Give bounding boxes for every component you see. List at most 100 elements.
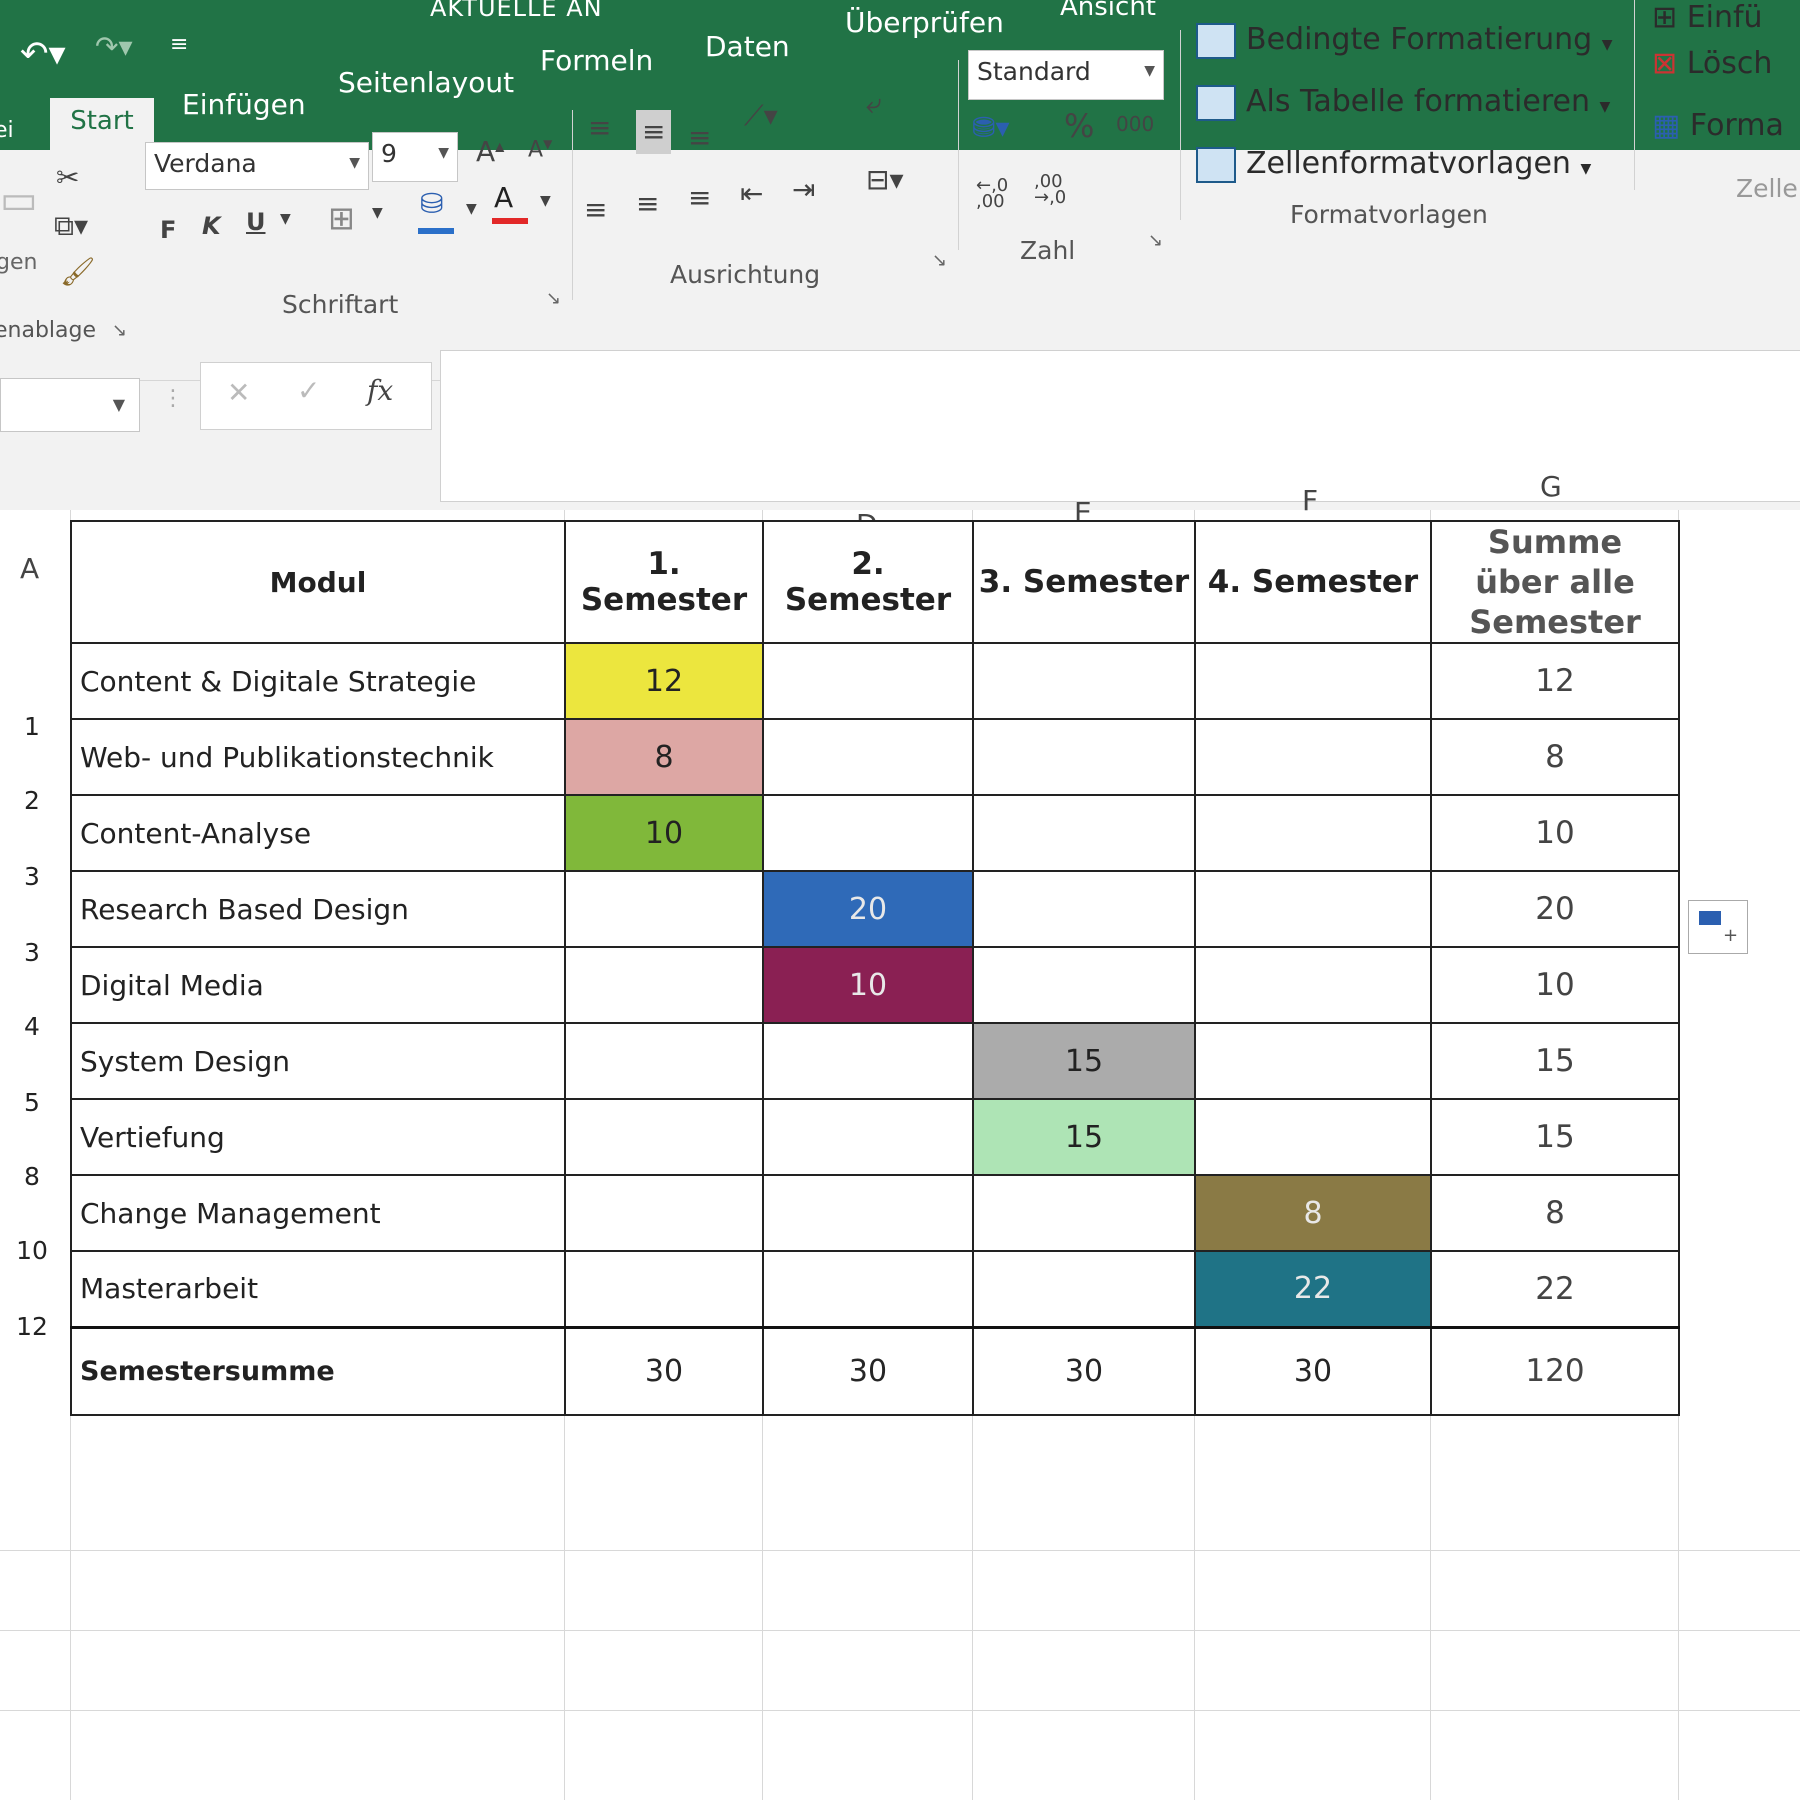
semester-2-cell[interactable] [762,1250,974,1328]
tab-start[interactable]: Start [50,98,154,158]
cancel-formula-button[interactable]: ✕ [227,379,250,407]
undo-icon[interactable]: ↶▾ [20,34,66,74]
number-format-box[interactable]: Standard ▼ [968,50,1164,100]
align-center-icon[interactable]: ≡ [636,190,659,218]
semester-4-cell[interactable] [1194,1022,1432,1100]
align-top-icon[interactable]: ≡ [588,114,611,142]
tab-view[interactable]: Ansicht [1060,0,1156,22]
semester-1-cell[interactable]: 8 [564,718,764,796]
clipboard-launcher-icon[interactable]: ↘ [112,320,127,341]
semester-1-cell[interactable]: 10 [564,794,764,872]
module-name[interactable]: Change Management [70,1174,566,1252]
redo-icon[interactable]: ↷▾ [95,30,133,63]
header-modul[interactable]: Modul [70,520,566,644]
more-options-icon[interactable]: ⋮ [162,388,184,410]
module-name[interactable]: Content & Digitale Strategie [70,642,566,720]
sum-cell[interactable]: 15 [1430,1022,1680,1100]
header-sum[interactable]: Summe über alle Semester [1430,520,1680,644]
semester-2-cell[interactable] [762,642,974,720]
orientation-icon[interactable]: ⟋▾ [744,102,778,130]
total-semester-1[interactable]: 30 [564,1325,764,1416]
semester-2-cell[interactable]: 10 [762,946,974,1024]
semester-3-cell[interactable] [972,1250,1196,1328]
total-sum[interactable]: 120 [1430,1325,1680,1416]
accounting-format-icon[interactable]: ⛃▾ [972,114,1010,142]
column-header-g[interactable]: G [1540,470,1562,503]
enter-formula-button[interactable]: ✓ [297,377,320,405]
semester-3-cell[interactable] [972,642,1196,720]
conditional-formatting-button[interactable]: Bedingte Formatierung ▼ [1196,22,1612,59]
semester-2-cell[interactable]: 20 [762,870,974,948]
number-launcher-icon[interactable]: ↘ [1148,230,1163,251]
increase-indent-icon[interactable]: ⇥ [792,176,815,204]
align-bottom-icon[interactable]: ≡ [688,124,711,152]
align-middle-icon[interactable]: ≡ [636,110,672,154]
cut-icon[interactable]: ✂ [56,164,79,192]
tab-formulas[interactable]: Formeln [540,44,653,77]
semester-4-cell[interactable] [1194,870,1432,948]
semester-3-cell[interactable] [972,794,1196,872]
sum-cell[interactable]: 8 [1430,718,1680,796]
module-name[interactable]: Masterarbeit [70,1250,566,1328]
semester-2-cell[interactable] [762,718,974,796]
tab-page-layout[interactable]: Seitenlayout [338,66,514,99]
align-left-icon[interactable]: ≡ [584,196,607,224]
semester-2-cell[interactable] [762,794,974,872]
semester-3-cell[interactable] [972,1174,1196,1252]
semester-4-cell[interactable]: 22 [1194,1250,1432,1328]
semester-3-cell[interactable]: 15 [972,1022,1196,1100]
column-header-f[interactable]: F [1302,484,1318,517]
module-name[interactable]: Digital Media [70,946,566,1024]
wrap-text-icon[interactable]: ⤶ [866,90,882,118]
semester-4-cell[interactable] [1194,946,1432,1024]
header-semester-2[interactable]: 2. Semester [762,520,974,644]
semester-4-cell[interactable] [1194,642,1432,720]
merge-center-icon[interactable]: ⊟▾ [866,166,904,194]
font-color-icon[interactable]: A [494,184,513,212]
format-as-table-button[interactable]: Als Tabelle formatieren ▼ [1196,84,1610,121]
increase-decimal-button[interactable]: ←,0 ,00 [976,177,1008,211]
tab-review[interactable]: Überprüfen [845,6,1004,39]
module-name[interactable]: System Design [70,1022,566,1100]
percent-button[interactable]: % [1064,110,1094,142]
semester-1-cell[interactable] [564,946,764,1024]
fill-color-icon[interactable]: ⛁ [420,190,443,218]
chevron-down-icon[interactable]: ▼ [466,202,477,216]
alignment-launcher-icon[interactable]: ↘ [932,250,947,271]
total-semester-2[interactable]: 30 [762,1325,974,1416]
chevron-down-icon[interactable]: ▼ [372,206,383,220]
underline-button[interactable]: U [246,210,266,234]
semester-1-cell[interactable]: 12 [564,642,764,720]
sum-cell[interactable]: 10 [1430,946,1680,1024]
semester-1-cell[interactable] [564,1250,764,1328]
semester-3-cell[interactable] [972,718,1196,796]
tab-data[interactable]: Daten [705,30,790,63]
semester-4-cell[interactable] [1194,794,1432,872]
shrink-font-icon[interactable]: A▼ [528,138,552,161]
module-name[interactable]: Vertiefung [70,1098,566,1176]
format-painter-icon[interactable]: 🖌 [60,258,96,286]
font-name-box[interactable]: Verdana ▼ [145,142,369,190]
semester-1-cell[interactable] [564,1098,764,1176]
name-box[interactable]: ▼ [0,378,140,432]
sum-cell[interactable]: 15 [1430,1098,1680,1176]
align-right-icon[interactable]: ≡ [688,184,711,212]
total-semester-3[interactable]: 30 [972,1325,1196,1416]
semester-3-cell[interactable] [972,946,1196,1024]
cell-styles-button[interactable]: Zellenformatvorlagen ▼ [1196,146,1591,183]
module-name[interactable]: Web- und Publikationstechnik [70,718,566,796]
customize-icon[interactable]: ≡ [170,32,188,57]
sum-cell[interactable]: 8 [1430,1174,1680,1252]
sum-cell[interactable]: 22 [1430,1250,1680,1328]
chevron-down-icon[interactable]: ▼ [540,194,551,208]
sum-cell[interactable]: 10 [1430,794,1680,872]
semester-3-cell[interactable] [972,870,1196,948]
semester-4-cell[interactable] [1194,718,1432,796]
delete-cells-button[interactable]: ⊠ Lösch [1652,46,1772,81]
paste-icon[interactable]: ▭ [0,180,38,220]
header-semester-3[interactable]: 3. Semester [972,520,1196,644]
semester-1-cell[interactable] [564,870,764,948]
insert-function-button[interactable]: fx [367,377,393,405]
module-name[interactable]: Content-Analyse [70,794,566,872]
sum-cell[interactable]: 12 [1430,642,1680,720]
